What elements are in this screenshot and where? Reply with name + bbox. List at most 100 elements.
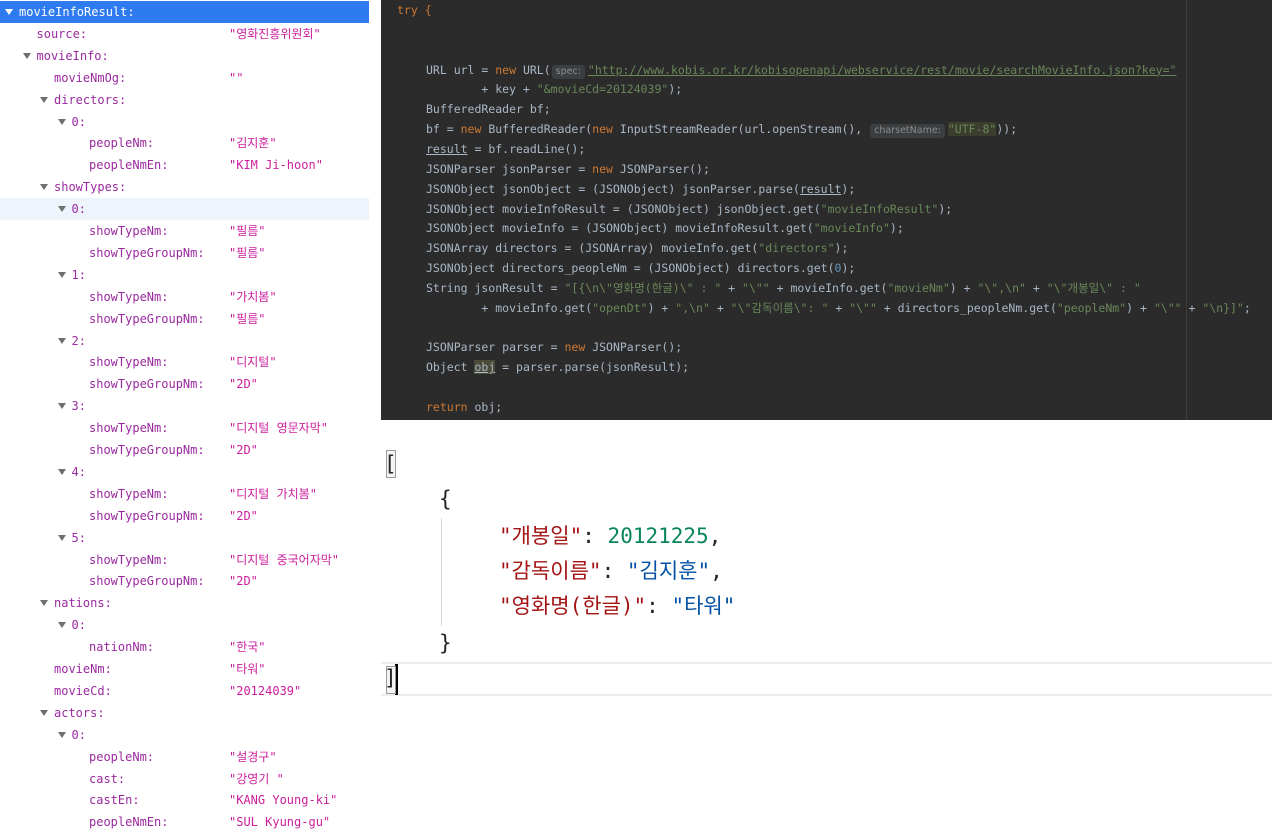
tree-leaf-row[interactable]: movieNm: "타워" [0,658,369,680]
tree-leaf-row[interactable]: cast: "강영기 " [0,768,369,790]
json-tree-viewer: movieInfoResult: source: "영화진흥위원회" movieInf… [0,0,370,840]
code-line: JSONArray directors = (JSONArray) movieI… [426,239,848,257]
code-editor[interactable]: try {URL url = new URL(spec: "http://www.… [381,0,1272,420]
code-token: ",\n" [675,300,710,315]
chevron-down-icon[interactable] [57,271,66,278]
tree-leaf-row[interactable]: showTypeNm: "디지털 영문자막" [0,417,369,439]
code-line: + key + "&movieCd=20124039"); [426,80,682,98]
chevron-down-icon[interactable] [5,9,13,15]
code-token: String jsonResult = [426,280,565,295]
tree-key: showTypeGroupNm: [89,508,205,523]
tree-node-row[interactable]: 0: [0,724,369,746]
tree-key: source: [36,26,88,41]
chevron-down-icon[interactable] [57,337,66,344]
code-token: "\",\n" [977,280,1026,295]
tree-key: 3: [71,399,86,414]
code-token: "UTF-8" [947,122,997,137]
code-token: result [799,181,842,196]
tree-key: showTypes: [54,180,127,195]
parameter-hint: charsetName: [870,124,945,139]
code-token: ); [834,241,849,256]
tree-node-row[interactable]: actors: [0,702,369,724]
chevron-down-icon[interactable] [40,709,48,716]
json-close-brace-line: } [439,628,452,658]
tree-value: "필름" [229,245,266,260]
tree-node-row[interactable]: 0: [0,198,369,221]
tree-key: showTypeGroupNm: [89,245,205,260]
chevron-down-icon[interactable] [57,534,66,541]
chevron-down-icon[interactable] [57,622,66,629]
tree-leaf-row[interactable]: showTypeNm: "디지털 중국어자막" [0,549,369,571]
code-token: ); [889,221,904,236]
chevron-down-icon[interactable] [40,184,48,191]
tree-leaf-row[interactable]: movieCd: "20124039" [0,680,369,702]
tree-node-row[interactable]: movieInfoResult: [0,1,369,23]
tree-node-row[interactable]: 1: [0,264,369,286]
tree-leaf-row[interactable]: peopleNm: "김지훈" [0,132,369,154]
tree-leaf-row[interactable]: showTypeGroupNm: "2D" [0,505,369,527]
tree-value: "KANG Young-ki" [229,793,338,808]
code-token: + [828,300,850,315]
code-token: URL( [516,62,551,77]
chevron-down-icon[interactable] [57,403,66,410]
json-output-viewer[interactable]: [{"개봉일": 20121225, "감독이름": "김지훈", "영화명(한글)… [381,420,1272,840]
json-close-bracket-line: ] [384,663,397,693]
chevron-down-icon[interactable] [57,468,66,475]
tree-node-row[interactable]: 4: [0,461,369,483]
code-token: ); [668,82,683,97]
tree-leaf-row[interactable]: showTypeGroupNm: "2D" [0,439,369,461]
tree-value: "설경구" [229,749,277,764]
tree-leaf-row[interactable]: nationNm: "한국" [0,636,369,658]
tree-leaf-row[interactable]: showTypeNm: "디지털 가치봄" [0,483,369,505]
json-open-bracket: [ [384,452,397,476]
tree-leaf-row[interactable]: peopleNm: "설경구" [0,746,369,768]
tree-leaf-row[interactable]: showTypeNm: "디지털" [0,351,369,373]
chevron-down-icon[interactable] [57,118,66,125]
tree-key: nationNm: [89,640,155,655]
tree-node-row[interactable]: nations: [0,592,369,614]
code-token: "peopleNm" [1056,300,1127,315]
tree-node-row[interactable]: showTypes: [0,176,369,198]
code-token: JSONArray directors = (JSONArray) movieI… [426,241,759,256]
tree-node-row[interactable]: directors: [0,89,369,111]
tree-leaf-row[interactable]: source: "영화진흥위원회" [0,23,369,45]
tree-leaf-row[interactable]: peopleNmEn: "KIM Ji-hoon" [0,154,369,176]
tree-node-row[interactable]: 5: [0,527,369,549]
tree-key: 1: [71,267,86,282]
code-token: + key + [426,82,537,97]
tree-value: "SUL Kyung-gu" [229,815,331,830]
code-line: URL url = new URL(spec: "http://www.kobis… [426,61,1176,79]
tree-node-row[interactable]: 2: [0,330,369,352]
json-colon: : [582,524,608,548]
json-value: 20121225 [607,524,709,548]
tree-node-row[interactable]: 0: [0,614,369,636]
json-entry: "개봉일": 20121225, [499,521,721,551]
code-token: + [1025,280,1047,295]
tree-value: "2D" [229,443,258,457]
tree-node-row[interactable]: 3: [0,395,369,417]
json-comma: , [708,524,722,548]
tree-node-row[interactable]: movieInfo: [0,45,369,67]
json-comma: , [710,559,723,583]
tree-leaf-row[interactable]: showTypeNm: "필름" [0,220,369,242]
code-token: JSONParser(); [612,161,710,176]
chevron-down-icon[interactable] [57,731,66,738]
code-line: JSONObject directors_peopleNm = (JSONObj… [426,259,855,277]
tree-leaf-row[interactable]: castEn: "KANG Young-ki" [0,789,369,811]
chevron-down-icon[interactable] [40,96,48,103]
tree-leaf-row[interactable]: showTypeGroupNm: "2D" [0,373,369,395]
tree-value: "2D" [229,508,258,523]
tree-leaf-row[interactable]: showTypeGroupNm: "필름" [0,242,369,264]
chevron-down-icon[interactable] [22,52,31,59]
chevron-down-icon[interactable] [57,206,66,213]
chevron-down-icon[interactable] [40,600,48,607]
tree-leaf-row[interactable]: peopleNmEn: "SUL Kyung-gu" [0,811,369,833]
tree-leaf-row[interactable]: showTypeGroupNm: "필름" [0,308,369,330]
code-token: BufferedReader bf; [426,102,551,117]
tree-leaf-row[interactable]: showTypeGroupNm: "2D" [0,570,369,592]
json-colon: : [646,594,672,618]
tree-value: "20124039" [229,683,302,698]
tree-node-row[interactable]: 0: [0,111,369,133]
tree-leaf-row[interactable]: movieNmOg: "" [0,67,369,89]
tree-leaf-row[interactable]: showTypeNm: "가치봄" [0,286,369,308]
